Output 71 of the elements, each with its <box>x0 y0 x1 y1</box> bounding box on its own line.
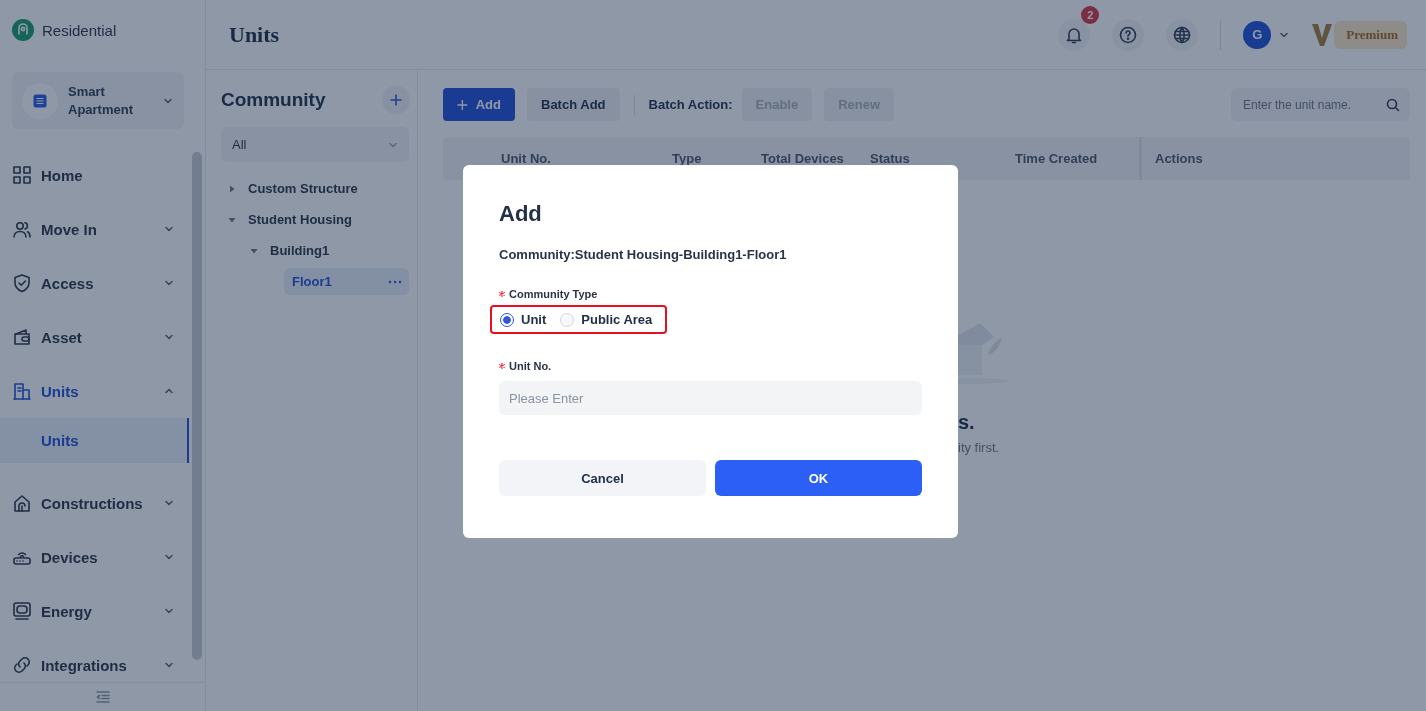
caret-down-icon[interactable] <box>228 215 236 224</box>
column-header: Type <box>672 151 703 166</box>
cancel-button[interactable]: Cancel <box>499 460 706 496</box>
list-icon <box>33 93 47 108</box>
more-icon[interactable] <box>388 279 402 284</box>
tree-item[interactable]: Custom Structure <box>248 175 409 202</box>
nav-item[interactable]: Constructions <box>0 476 189 530</box>
app-name: Residential <box>42 21 117 39</box>
caret-right-icon[interactable] <box>228 184 236 193</box>
add-community-button[interactable] <box>382 85 410 114</box>
nav-item[interactable]: Move In <box>0 202 189 256</box>
caret-down-icon[interactable] <box>250 246 258 255</box>
language-button[interactable] <box>1166 18 1199 51</box>
nav-item[interactable]: Asset <box>0 310 189 364</box>
nav-item[interactable]: Home <box>0 148 189 202</box>
building-icon <box>12 381 32 401</box>
batch-add-button[interactable]: Batch Add <box>527 88 620 121</box>
product-selector[interactable]: Smart Apartment <box>12 72 184 129</box>
page-title: Units <box>229 21 281 48</box>
v-logo-icon <box>1312 23 1333 46</box>
grid-icon <box>12 165 32 185</box>
search-icon[interactable] <box>1386 98 1400 112</box>
column-header: Total Devices <box>761 151 845 166</box>
community-path: Community:Student Housing-Building1-Floor1 <box>499 247 788 262</box>
dialog-title: Add <box>499 201 543 228</box>
column-header: Status <box>870 151 911 166</box>
user-avatar[interactable]: G <box>1243 20 1272 49</box>
search-field[interactable]: Enter the unit name. <box>1231 88 1410 121</box>
unit-number-field[interactable]: Please Enter <box>499 381 922 415</box>
nav-item[interactable]: Integrations <box>0 638 189 682</box>
globe-icon <box>1173 25 1192 44</box>
shield-icon <box>12 273 32 293</box>
house-icon <box>12 493 32 513</box>
tree-item[interactable]: Floor1 <box>284 268 409 295</box>
add-button[interactable]: Add <box>443 88 515 121</box>
people-icon <box>12 219 32 239</box>
field-label: Community Type <box>509 288 598 300</box>
filter-select[interactable]: All <box>221 127 409 162</box>
plus-icon <box>457 98 468 111</box>
empty-description: ity first. <box>958 440 1000 455</box>
nav-item[interactable]: Access <box>0 256 189 310</box>
column-header: Time Created <box>1015 151 1099 166</box>
field-label: Unit No. <box>509 360 552 372</box>
notification-button[interactable] <box>1058 18 1091 51</box>
column-header: Unit No. <box>501 151 552 166</box>
empty-title: s. <box>958 411 975 434</box>
collapse-icon[interactable] <box>95 691 110 703</box>
radio-option[interactable]: Public Area <box>560 312 653 327</box>
radio-option[interactable]: Unit <box>500 312 547 327</box>
nav-subitem[interactable]: Units <box>0 418 189 463</box>
nav-item[interactable]: Energy <box>0 584 189 638</box>
link-icon <box>12 655 32 675</box>
radio-button[interactable] <box>500 312 514 327</box>
bell-icon <box>1065 25 1084 44</box>
plan-badge: Premium <box>1334 20 1407 49</box>
column-header: Actions <box>1139 137 1410 180</box>
wallet-icon <box>12 327 32 347</box>
panel-title: Community <box>221 88 326 111</box>
tree-item[interactable]: Student Housing <box>248 206 409 233</box>
logo-icon <box>12 19 34 41</box>
monitor-icon <box>12 601 32 621</box>
scrollbar[interactable] <box>192 152 202 660</box>
tree-item[interactable]: Building1 <box>270 237 409 264</box>
help-icon <box>1119 25 1138 44</box>
ok-button[interactable]: OK <box>715 460 922 496</box>
help-button[interactable] <box>1112 18 1145 51</box>
plus-icon <box>390 93 402 106</box>
batch-action-label: Batch Action: <box>648 97 733 112</box>
nav-item[interactable]: Devices <box>0 530 189 584</box>
notification-badge: 2 <box>1081 5 1100 24</box>
nav-item[interactable]: Units <box>0 364 189 418</box>
